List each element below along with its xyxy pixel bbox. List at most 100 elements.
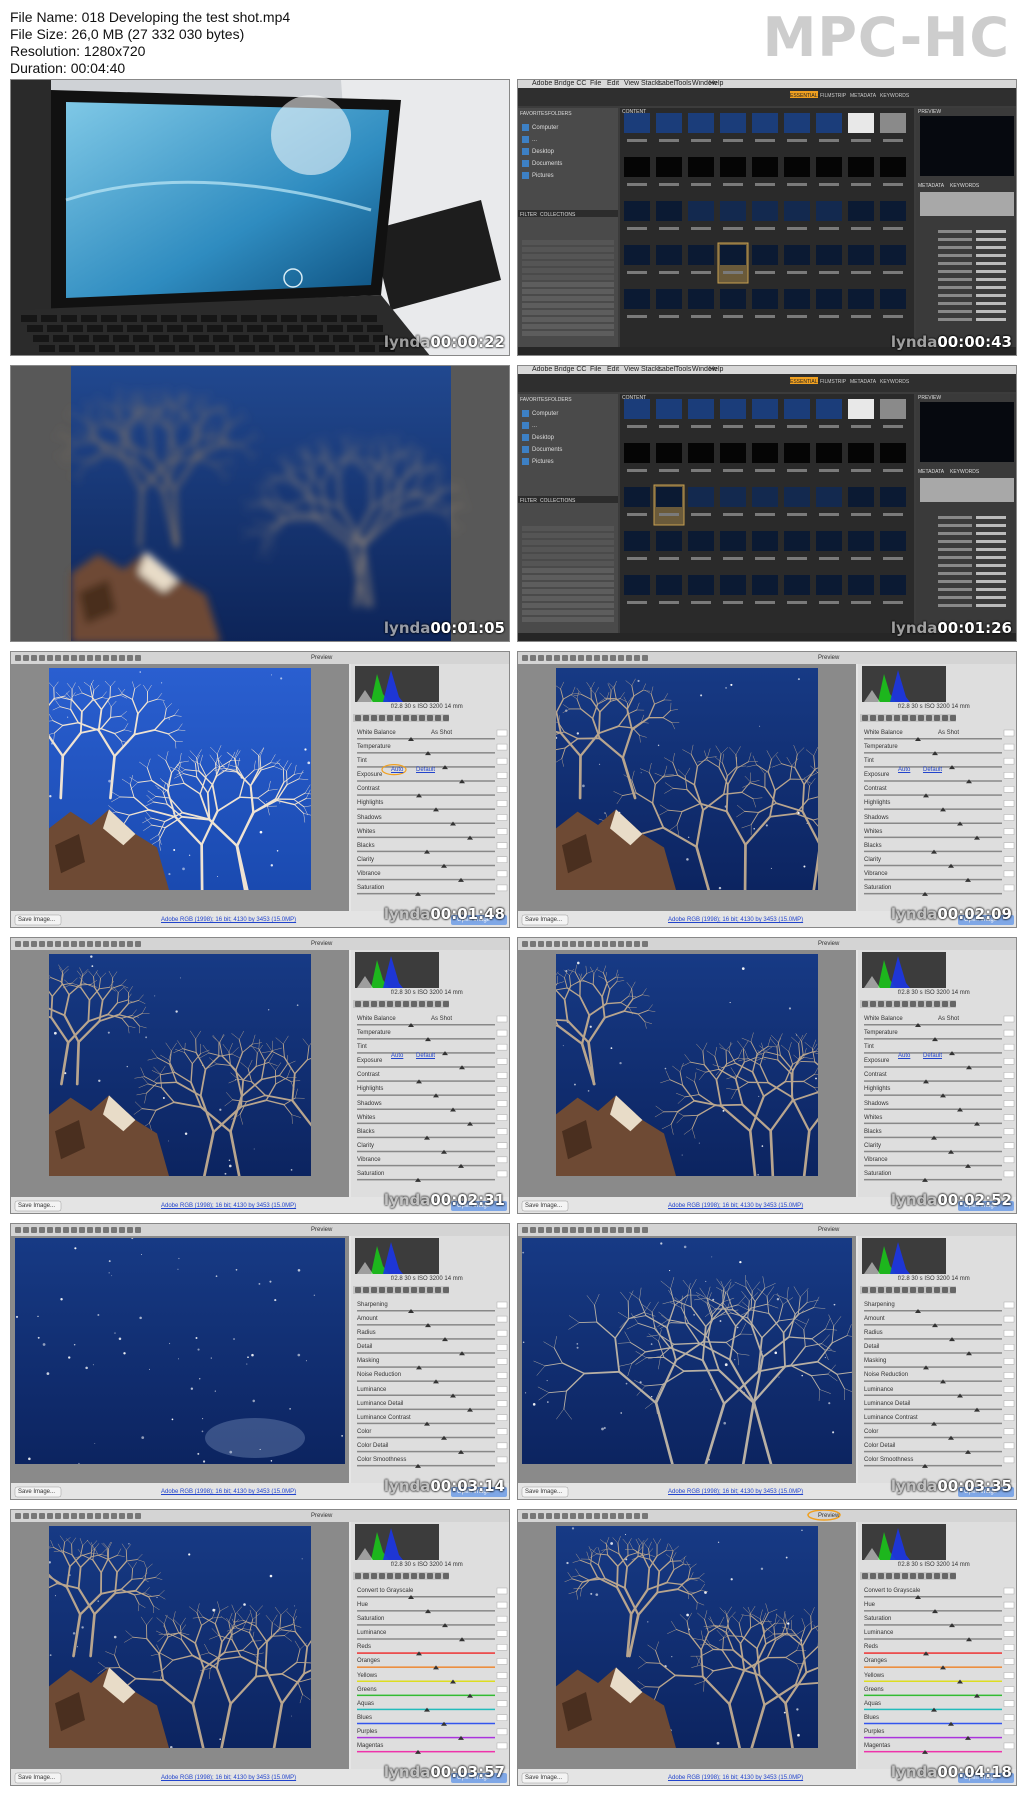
auto-link[interactable]: Auto — [391, 767, 403, 773]
keywords-tab[interactable]: KEYWORDS — [950, 468, 979, 476]
panel-tab-folders[interactable]: FOLDERS — [548, 396, 572, 404]
menu-item-label[interactable]: Label — [658, 80, 675, 88]
save-image-button[interactable]: Save Image... — [18, 917, 55, 924]
favorites-item[interactable]: Computer — [532, 124, 558, 132]
menu-item-edit[interactable]: Edit — [607, 366, 619, 374]
setting-label: Vibrance — [357, 870, 381, 877]
setting-label: Luminance Detail — [357, 1400, 404, 1407]
workflow-options-link[interactable]: Adobe RGB (1998); 16 bit; 4130 by 3453 (… — [161, 1203, 296, 1209]
favorites-item[interactable]: Documents — [532, 446, 562, 454]
panel-tab-filter[interactable]: FILTER — [520, 211, 537, 219]
panel-tab-content[interactable]: CONTENT — [622, 394, 646, 402]
favorites-item[interactable]: Pictures — [532, 172, 554, 180]
panel-tab-favorites[interactable]: FAVORITES — [520, 110, 548, 118]
setting-label: Highlights — [357, 800, 384, 807]
auto-link[interactable]: Auto — [898, 1053, 910, 1059]
default-link[interactable]: Default — [923, 767, 942, 773]
workflow-options-link[interactable]: Adobe RGB (1998); 16 bit; 4130 by 3453 (… — [161, 1489, 296, 1495]
video-frame-thumbnail: Preview f/2.8 30 s ISO 3200 14 mm Sharpeni… — [10, 1223, 510, 1500]
panel-tab-preview[interactable]: PREVIEW — [918, 394, 941, 402]
preview-checkbox[interactable]: Preview — [818, 1227, 839, 1234]
auto-link[interactable]: Auto — [391, 1053, 403, 1059]
panel-tab-preview[interactable]: PREVIEW — [918, 108, 941, 116]
lynda-watermark: lynda — [383, 905, 431, 923]
preview-checkbox[interactable]: Preview — [818, 941, 839, 948]
favorites-item[interactable]: ... — [532, 422, 537, 430]
workspace-tab-filmstrip[interactable]: FILMSTRIP — [820, 378, 846, 386]
save-image-button[interactable]: Save Image... — [525, 1203, 562, 1210]
keywords-tab[interactable]: KEYWORDS — [950, 182, 979, 190]
timestamp-value: 00:00:43 — [937, 333, 1012, 351]
white-balance-select[interactable]: As Shot — [431, 730, 452, 737]
preview-checkbox[interactable]: Preview — [311, 1227, 332, 1234]
workspace-tab-essentials[interactable]: ESSENTIALS — [790, 378, 821, 386]
save-image-button[interactable]: Save Image... — [18, 1775, 55, 1782]
metadata-tab[interactable]: METADATA — [918, 468, 944, 476]
setting-label: Exposure — [357, 772, 383, 779]
timestamp-value: 00:02:09 — [937, 905, 1012, 923]
workspace-tab-filmstrip[interactable]: FILMSTRIP — [820, 92, 846, 100]
menu-item-file[interactable]: File — [590, 80, 601, 88]
setting-label: Color — [864, 1428, 879, 1435]
lynda-watermark: lynda — [383, 1191, 431, 1209]
save-image-button[interactable]: Save Image... — [525, 917, 562, 924]
panel-tab-collections[interactable]: COLLECTIONS — [540, 211, 575, 219]
workspace-tab-metadata[interactable]: METADATA — [850, 92, 876, 100]
workspace-tab-keywords[interactable]: KEYWORDS — [880, 92, 909, 100]
favorites-item[interactable]: Pictures — [532, 458, 554, 466]
preview-checkbox[interactable]: Preview — [311, 655, 332, 662]
camera-info: f/2.8 30 s ISO 3200 14 mm — [391, 1276, 463, 1282]
setting-label: Highlights — [864, 1086, 891, 1093]
video-frame-thumbnail: Preview f/2.8 30 s ISO 3200 14 mm White Ba… — [10, 937, 510, 1214]
panel-tab-content[interactable]: CONTENT — [622, 108, 646, 116]
panel-tab-filter[interactable]: FILTER — [520, 497, 537, 505]
lynda-watermark: lynda — [890, 1191, 938, 1209]
preview-checkbox[interactable]: Preview — [311, 941, 332, 948]
menu-item-label[interactable]: Label — [658, 366, 675, 374]
default-link[interactable]: Default — [416, 767, 435, 773]
default-link[interactable]: Default — [923, 1053, 942, 1059]
menu-item-file[interactable]: File — [590, 366, 601, 374]
default-link[interactable]: Default — [416, 1053, 435, 1059]
favorites-item[interactable]: Desktop — [532, 434, 554, 442]
white-balance-select[interactable]: As Shot — [938, 730, 959, 737]
white-balance-select[interactable]: As Shot — [431, 1016, 452, 1023]
panel-tab-collections[interactable]: COLLECTIONS — [540, 497, 575, 505]
workflow-options-link[interactable]: Adobe RGB (1998); 16 bit; 4130 by 3453 (… — [668, 1775, 803, 1781]
menu-item-help[interactable]: Help — [709, 80, 723, 88]
menu-item-view[interactable]: View — [624, 366, 639, 374]
white-balance-select[interactable]: As Shot — [938, 1016, 959, 1023]
panel-tab-favorites[interactable]: FAVORITES — [520, 396, 548, 404]
workflow-options-link[interactable]: Adobe RGB (1998); 16 bit; 4130 by 3453 (… — [161, 1775, 296, 1781]
duration: Duration: 00:04:40 — [10, 60, 126, 76]
workflow-options-link[interactable]: Adobe RGB (1998); 16 bit; 4130 by 3453 (… — [161, 917, 296, 923]
workflow-options-link[interactable]: Adobe RGB (1998); 16 bit; 4130 by 3453 (… — [668, 1489, 803, 1495]
favorites-item[interactable]: Desktop — [532, 148, 554, 156]
favorites-item[interactable]: Documents — [532, 160, 562, 168]
menu-item-help[interactable]: Help — [709, 366, 723, 374]
workspace-tab-keywords[interactable]: KEYWORDS — [880, 378, 909, 386]
workspace-tab-essentials[interactable]: ESSENTIALS — [790, 92, 821, 100]
preview-checkbox[interactable]: Preview — [818, 655, 839, 662]
preview-checkbox[interactable]: Preview — [311, 1513, 332, 1520]
workflow-options-link[interactable]: Adobe RGB (1998); 16 bit; 4130 by 3453 (… — [668, 917, 803, 923]
metadata-tab[interactable]: METADATA — [918, 182, 944, 190]
save-image-button[interactable]: Save Image... — [525, 1489, 562, 1496]
favorites-item[interactable]: ... — [532, 136, 537, 144]
lynda-watermark: lynda — [383, 1763, 431, 1781]
menu-item-tools[interactable]: Tools — [675, 366, 691, 374]
preview-checkbox[interactable]: Preview — [818, 1513, 839, 1520]
auto-link[interactable]: Auto — [898, 767, 910, 773]
save-image-button[interactable]: Save Image... — [525, 1775, 562, 1782]
panel-tab-folders[interactable]: FOLDERS — [548, 110, 572, 118]
workspace-tab-metadata[interactable]: METADATA — [850, 378, 876, 386]
save-image-button[interactable]: Save Image... — [18, 1489, 55, 1496]
menu-item-tools[interactable]: Tools — [675, 80, 691, 88]
menu-item-edit[interactable]: Edit — [607, 80, 619, 88]
menu-item-view[interactable]: View — [624, 80, 639, 88]
workflow-options-link[interactable]: Adobe RGB (1998); 16 bit; 4130 by 3453 (… — [668, 1203, 803, 1209]
save-image-button[interactable]: Save Image... — [18, 1203, 55, 1210]
setting-label: Blues — [864, 1714, 880, 1721]
favorites-item[interactable]: Computer — [532, 410, 558, 418]
video-frame-thumbnail: Adobe Bridge CC File Edit View Stacks Label To… — [517, 365, 1017, 642]
